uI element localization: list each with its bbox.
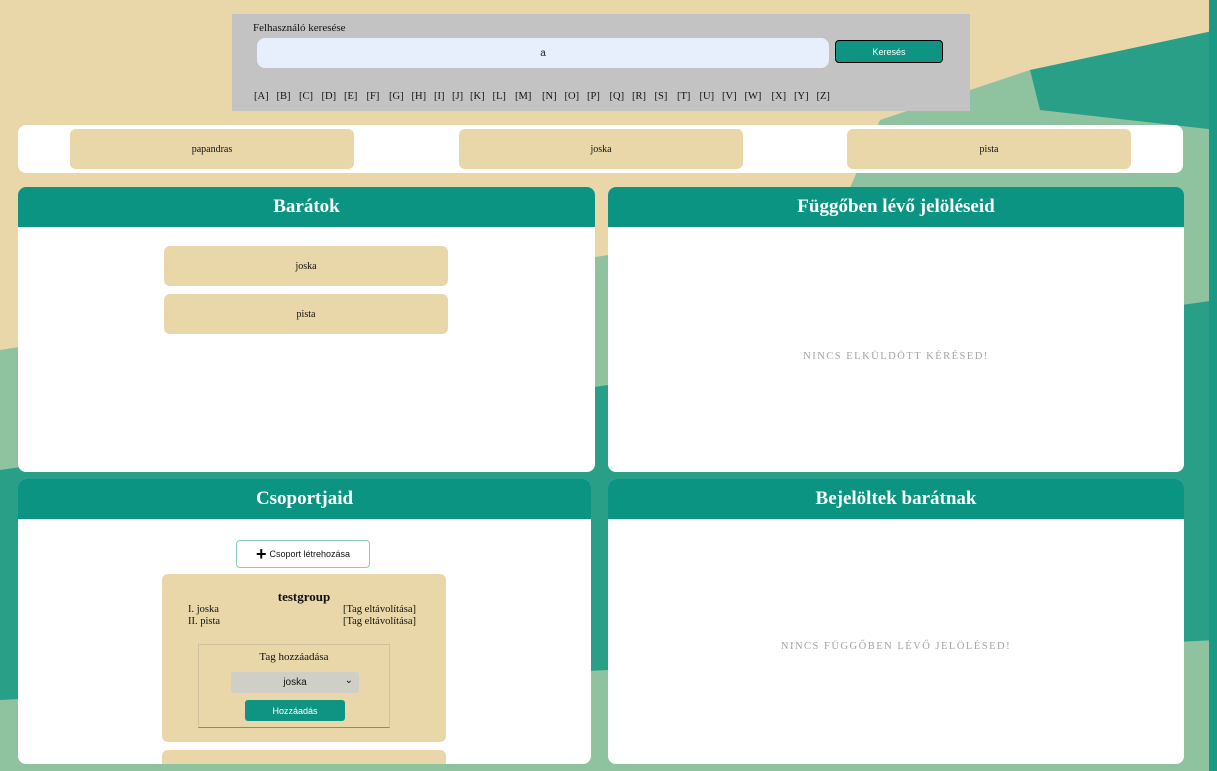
add-member-title: Tag hozzáadása: [259, 651, 329, 663]
friends-title: Barátok: [18, 187, 595, 227]
groups-title: Csoportjaid: [18, 479, 591, 519]
groups-panel: Csoportjaid + Csoport létrehozása testgr…: [18, 479, 591, 764]
letter-filter-link[interactable]: [A]: [254, 91, 277, 102]
friends-panel: Barátok joska pista: [18, 187, 595, 472]
letter-filter-link[interactable]: [X]: [772, 91, 795, 102]
pending-requests-panel: Függőben lévő jelöléseid NINCS ELKÜLDÖTT…: [608, 187, 1184, 472]
search-input[interactable]: [257, 38, 829, 68]
letter-filter-link[interactable]: [O]: [565, 91, 588, 102]
letter-filter-link[interactable]: [K]: [470, 91, 493, 102]
member-name: II. pista: [188, 616, 221, 627]
letter-filter-link[interactable]: [R]: [632, 91, 655, 102]
letter-filter-link[interactable]: [B]: [277, 91, 300, 102]
pending-title: Függőben lévő jelöléseid: [608, 187, 1184, 227]
search-result-user[interactable]: joska: [459, 129, 743, 169]
letter-filter-link[interactable]: [D]: [322, 91, 345, 102]
letter-filter-link[interactable]: [T]: [677, 91, 700, 102]
letter-filter-link[interactable]: [E]: [344, 91, 367, 102]
letter-filter-link[interactable]: [V]: [722, 91, 745, 102]
letter-filter-link[interactable]: [I]: [434, 91, 452, 102]
remove-member-link[interactable]: [Tag eltávolítása]: [343, 616, 416, 627]
chevron-down-icon: ⌄: [344, 675, 353, 686]
member-name: I. joska: [188, 604, 219, 615]
search-result-user[interactable]: pista: [847, 129, 1131, 169]
letter-filter-link[interactable]: [Z]: [817, 91, 840, 102]
incoming-empty-message: NINCS FÜGGŐBEN LÉVŐ JELÖLÉSED!: [780, 641, 1012, 652]
add-member-box: Tag hozzáadása joska ⌄ Hozzáadás: [198, 644, 390, 728]
group-card: testgroup I. joska [Tag eltávolítása] II…: [162, 574, 446, 742]
user-search-panel: Felhasználó keresése Keresés [A][B][C][D…: [232, 14, 970, 111]
search-label: Felhasználó keresése: [253, 22, 346, 34]
letter-filter-link[interactable]: [C]: [299, 91, 322, 102]
member-select-value: joska: [283, 677, 307, 688]
group-name: testgroup: [277, 589, 331, 604]
letter-filter-link[interactable]: [H]: [412, 91, 435, 102]
add-member-button[interactable]: Hozzáadás: [245, 700, 345, 721]
friend-item[interactable]: joska: [164, 246, 448, 286]
search-results-strip: papandras joska pista: [18, 125, 1183, 173]
create-group-label: Csoport létrehozása: [269, 549, 351, 559]
letter-filter-link[interactable]: [U]: [700, 91, 723, 102]
group-member-row: I. joska [Tag eltávolítása]: [188, 604, 416, 615]
search-result-user[interactable]: papandras: [70, 129, 354, 169]
friend-item[interactable]: pista: [164, 294, 448, 334]
incoming-requests-panel: Bejelöltek barátnak NINCS FÜGGŐBEN LÉVŐ …: [608, 479, 1184, 764]
letter-filter-link[interactable]: [P]: [587, 91, 610, 102]
group-member-row: II. pista [Tag eltávolítása]: [188, 616, 416, 627]
remove-member-link[interactable]: [Tag eltávolítása]: [343, 604, 416, 615]
group-card: [162, 750, 446, 764]
letter-filter-link[interactable]: [N]: [542, 91, 565, 102]
create-group-button[interactable]: + Csoport létrehozása: [236, 540, 370, 568]
search-button[interactable]: Keresés: [835, 40, 943, 63]
letter-filter-link[interactable]: [G]: [389, 91, 412, 102]
letter-filter-link[interactable]: [Y]: [794, 91, 817, 102]
plus-icon: +: [255, 544, 267, 564]
alphabet-filter: [A] [B] [C] [D] [E] [F] [G] [H] [I] [J] [K] [L] [M][…: [254, 91, 839, 102]
member-select[interactable]: joska ⌄: [231, 672, 359, 693]
page-right-edge: [1209, 0, 1217, 771]
pending-empty-message: NINCS ELKÜLDÖTT KÉRÉSED!: [803, 351, 989, 362]
letter-filter-link[interactable]: [L]: [493, 91, 516, 102]
letter-filter-link[interactable]: [S]: [655, 91, 678, 102]
letter-filter-link[interactable]: [Q]: [610, 91, 633, 102]
letter-filter-link[interactable]: [M]: [515, 91, 542, 102]
letter-filter-link[interactable]: [J]: [452, 91, 470, 102]
incoming-title: Bejelöltek barátnak: [608, 479, 1184, 519]
letter-filter-link[interactable]: [F]: [367, 91, 390, 102]
letter-filter-link[interactable]: [W]: [745, 91, 772, 102]
